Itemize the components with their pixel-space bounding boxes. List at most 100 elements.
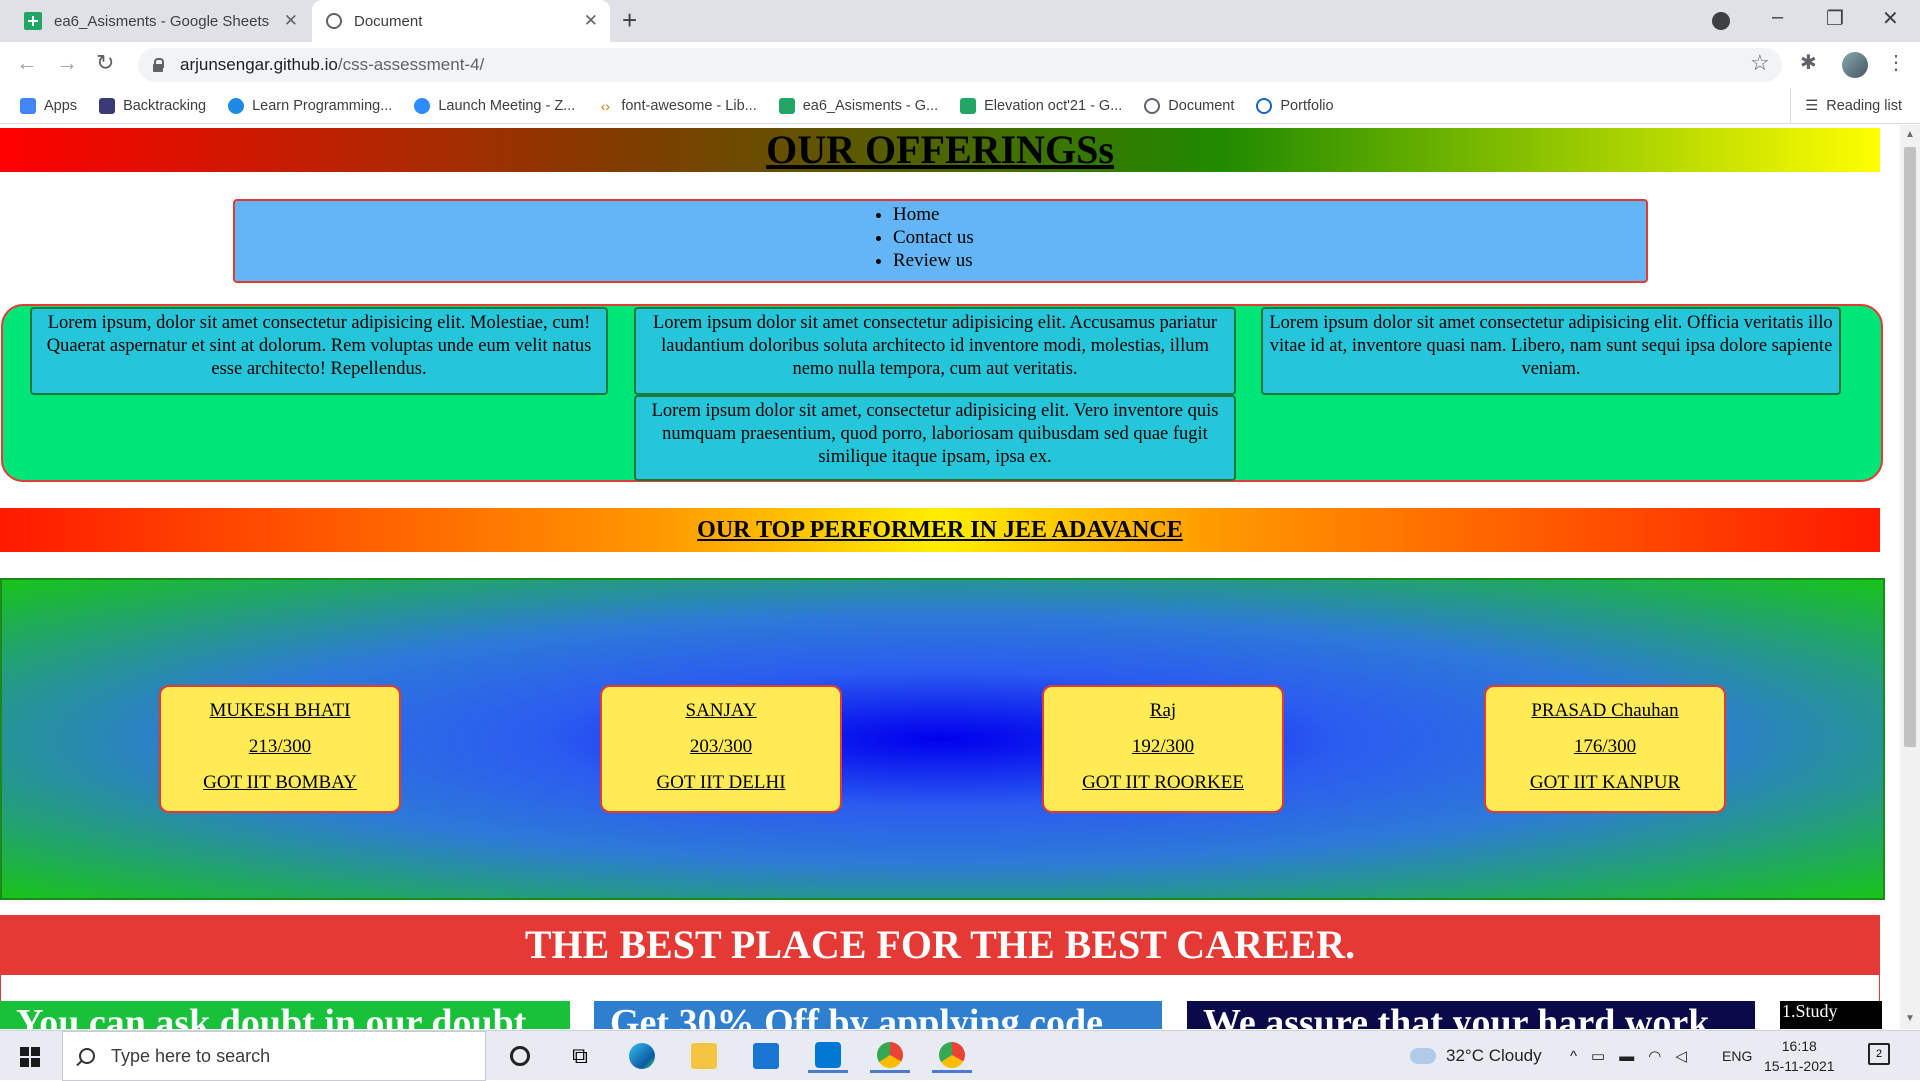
nav-item-review[interactable]: Review us xyxy=(893,249,974,272)
bookmark-label: Learn Programming... xyxy=(252,97,393,114)
performer-result[interactable]: GOT IIT ROORKEE xyxy=(1044,765,1282,801)
learn-programming-icon xyxy=(228,97,245,114)
tab-label: Document xyxy=(354,12,423,30)
tab-document[interactable]: Document ✕ xyxy=(312,0,610,42)
back-icon[interactable]: ← xyxy=(16,50,38,76)
windows-start-icon[interactable] xyxy=(20,1047,40,1067)
notification-icon[interactable]: 2 xyxy=(1868,1043,1890,1065)
tray-chevron-icon[interactable]: ^ xyxy=(1570,1048,1591,1065)
cortana-ring xyxy=(510,1046,530,1066)
offer-card: Lorem ipsum dolor sit amet consectetur a… xyxy=(634,307,1236,395)
mail-logo xyxy=(753,1043,779,1069)
code-icon: ‹› xyxy=(600,97,610,114)
clock[interactable]: 16:18 15-11-2021 xyxy=(1764,1036,1835,1076)
nav-item-home[interactable]: Home xyxy=(893,203,974,226)
cortana-icon[interactable] xyxy=(500,1039,540,1073)
browser-toolbar: ← → ↻ arjunsengar.github.io/css-assessme… xyxy=(0,42,1920,88)
bookmark-document[interactable]: Document xyxy=(1144,97,1234,114)
scroll-thumb[interactable] xyxy=(1904,147,1916,747)
performer-card: SANJAY 203/300 GOT IIT DELHI xyxy=(600,685,842,813)
performer-score[interactable]: 192/300 xyxy=(1044,729,1282,765)
performer-score[interactable]: 176/300 xyxy=(1486,729,1724,765)
bookmark-font-awesome[interactable]: ‹› font-awesome - Lib... xyxy=(597,97,757,114)
performer-result[interactable]: GOT IIT BOMBAY xyxy=(161,765,399,801)
minimize-icon[interactable]: – xyxy=(1772,6,1783,29)
bookmark-label: Apps xyxy=(44,97,78,114)
scroll-up-icon[interactable]: ▲ xyxy=(1905,129,1915,140)
bookmark-zoom[interactable]: Launch Meeting - Z... xyxy=(414,97,576,114)
bookmark-label: Launch Meeting - Z... xyxy=(438,97,576,114)
file-explorer-icon[interactable] xyxy=(684,1039,724,1073)
avatar[interactable] xyxy=(1842,52,1868,78)
reading-list-icon: ☰ xyxy=(1805,97,1819,114)
tab-google-sheets[interactable]: ea6_Asisments - Google Sheets ✕ xyxy=(10,0,310,42)
bookmark-label: Elevation oct'21 - G... xyxy=(984,97,1123,114)
nav-item-contact[interactable]: Contact us xyxy=(893,226,974,249)
menu-kebab-icon[interactable]: ⋮ xyxy=(1886,50,1906,75)
tab-search-icon[interactable] xyxy=(1712,12,1730,30)
performer-score[interactable]: 213/300 xyxy=(161,729,399,765)
new-tab-button[interactable]: + xyxy=(622,5,637,36)
offerings-container: Lorem ipsum, dolor sit amet consectetur … xyxy=(1,304,1883,482)
web-page: OUR OFFERINGSs Home Contact us Review us… xyxy=(0,125,1900,1029)
close-window-icon[interactable]: ✕ xyxy=(1882,6,1899,31)
performer-name[interactable]: PRASAD Chauhan xyxy=(1486,693,1724,729)
reading-list-button[interactable]: ☰ Reading list xyxy=(1790,88,1902,123)
promo-box-discount: Get 30% Off by applying code xyxy=(594,1001,1162,1029)
task-view-glyph: ⧉ xyxy=(572,1043,588,1068)
url-path: /css-assessment-4/ xyxy=(337,55,485,74)
career-heading: THE BEST PLACE FOR THE BEST CAREER. xyxy=(524,922,1356,967)
system-tray-icons[interactable]: ^ ▭ ▬ ◠ ◁ xyxy=(1570,1031,1701,1081)
search-placeholder: Type here to search xyxy=(111,1045,271,1066)
wifi-icon: ◠ xyxy=(1648,1048,1676,1065)
edge-logo xyxy=(629,1043,655,1069)
performer-result[interactable]: GOT IIT KANPUR xyxy=(1486,765,1724,801)
bookmark-label: font-awesome - Lib... xyxy=(621,97,757,114)
offerings-header: OUR OFFERINGSs xyxy=(0,128,1880,172)
bookmark-star-icon[interactable]: ☆ xyxy=(1750,50,1770,76)
bookmark-portfolio[interactable]: Portfolio xyxy=(1256,97,1334,114)
performers-section: MUKESH BHATI 213/300 GOT IIT BOMBAY SANJ… xyxy=(0,578,1885,900)
folder-logo xyxy=(691,1043,717,1069)
performer-result[interactable]: GOT IIT DELHI xyxy=(602,765,840,801)
chrome-icon[interactable] xyxy=(870,1039,910,1073)
language-label: ENG xyxy=(1722,1048,1753,1064)
chrome-logo xyxy=(877,1041,903,1068)
edge-icon[interactable] xyxy=(622,1039,662,1073)
offer-card: Lorem ipsum, dolor sit amet consectetur … xyxy=(30,307,608,395)
close-tab-icon[interactable]: ✕ xyxy=(284,11,298,31)
performer-name[interactable]: MUKESH BHATI xyxy=(161,693,399,729)
reload-icon[interactable]: ↻ xyxy=(96,50,114,76)
task-view-icon[interactable]: ⧉ xyxy=(560,1039,600,1073)
bookmark-apps[interactable]: Apps xyxy=(20,97,78,114)
performer-name[interactable]: SANJAY xyxy=(602,693,840,729)
bookmark-learn-programming[interactable]: Learn Programming... xyxy=(228,97,393,114)
globe-icon xyxy=(1144,97,1161,114)
backtracking-icon xyxy=(99,97,116,114)
language-indicator[interactable]: ENG xyxy=(1722,1031,1752,1081)
performer-score[interactable]: 203/300 xyxy=(602,729,840,765)
close-tab-icon[interactable]: ✕ xyxy=(584,11,598,31)
extensions-icon[interactable]: ✱ xyxy=(1800,50,1817,75)
page-scrollbar[interactable]: ▲ ▼ xyxy=(1900,125,1920,1029)
scroll-down-icon[interactable]: ▼ xyxy=(1905,1013,1915,1024)
apps-grid-icon xyxy=(20,97,36,114)
mail-icon[interactable] xyxy=(746,1039,786,1073)
url-host: arjunsengar.github.io xyxy=(180,55,338,74)
bookmark-elevation[interactable]: Elevation oct'21 - G... xyxy=(960,97,1123,114)
vscode-icon[interactable] xyxy=(808,1039,848,1073)
page-title: OUR OFFERINGSs xyxy=(766,127,1114,172)
bookmark-label: Backtracking xyxy=(123,97,207,114)
promo-box-assurance: We assure that your hard work xyxy=(1187,1001,1755,1029)
chrome-icon-2[interactable] xyxy=(932,1039,972,1073)
bookmark-ea6-asisments[interactable]: ea6_Asisments - G... xyxy=(778,97,938,114)
address-bar[interactable]: arjunsengar.github.io/css-assessment-4/ xyxy=(138,48,1782,82)
taskbar-search-input[interactable]: Type here to search xyxy=(62,1031,486,1081)
clock-time: 16:18 xyxy=(1781,1038,1817,1054)
forward-icon[interactable]: → xyxy=(56,50,78,76)
restore-icon[interactable]: ❐ xyxy=(1826,6,1844,31)
performer-name[interactable]: Raj xyxy=(1044,693,1282,729)
promo-box-doubt: You can ask doubt in our doubt xyxy=(0,1001,570,1029)
bookmark-backtracking[interactable]: Backtracking xyxy=(99,97,207,114)
weather-widget[interactable]: 32°C Cloudy xyxy=(1410,1031,1542,1081)
